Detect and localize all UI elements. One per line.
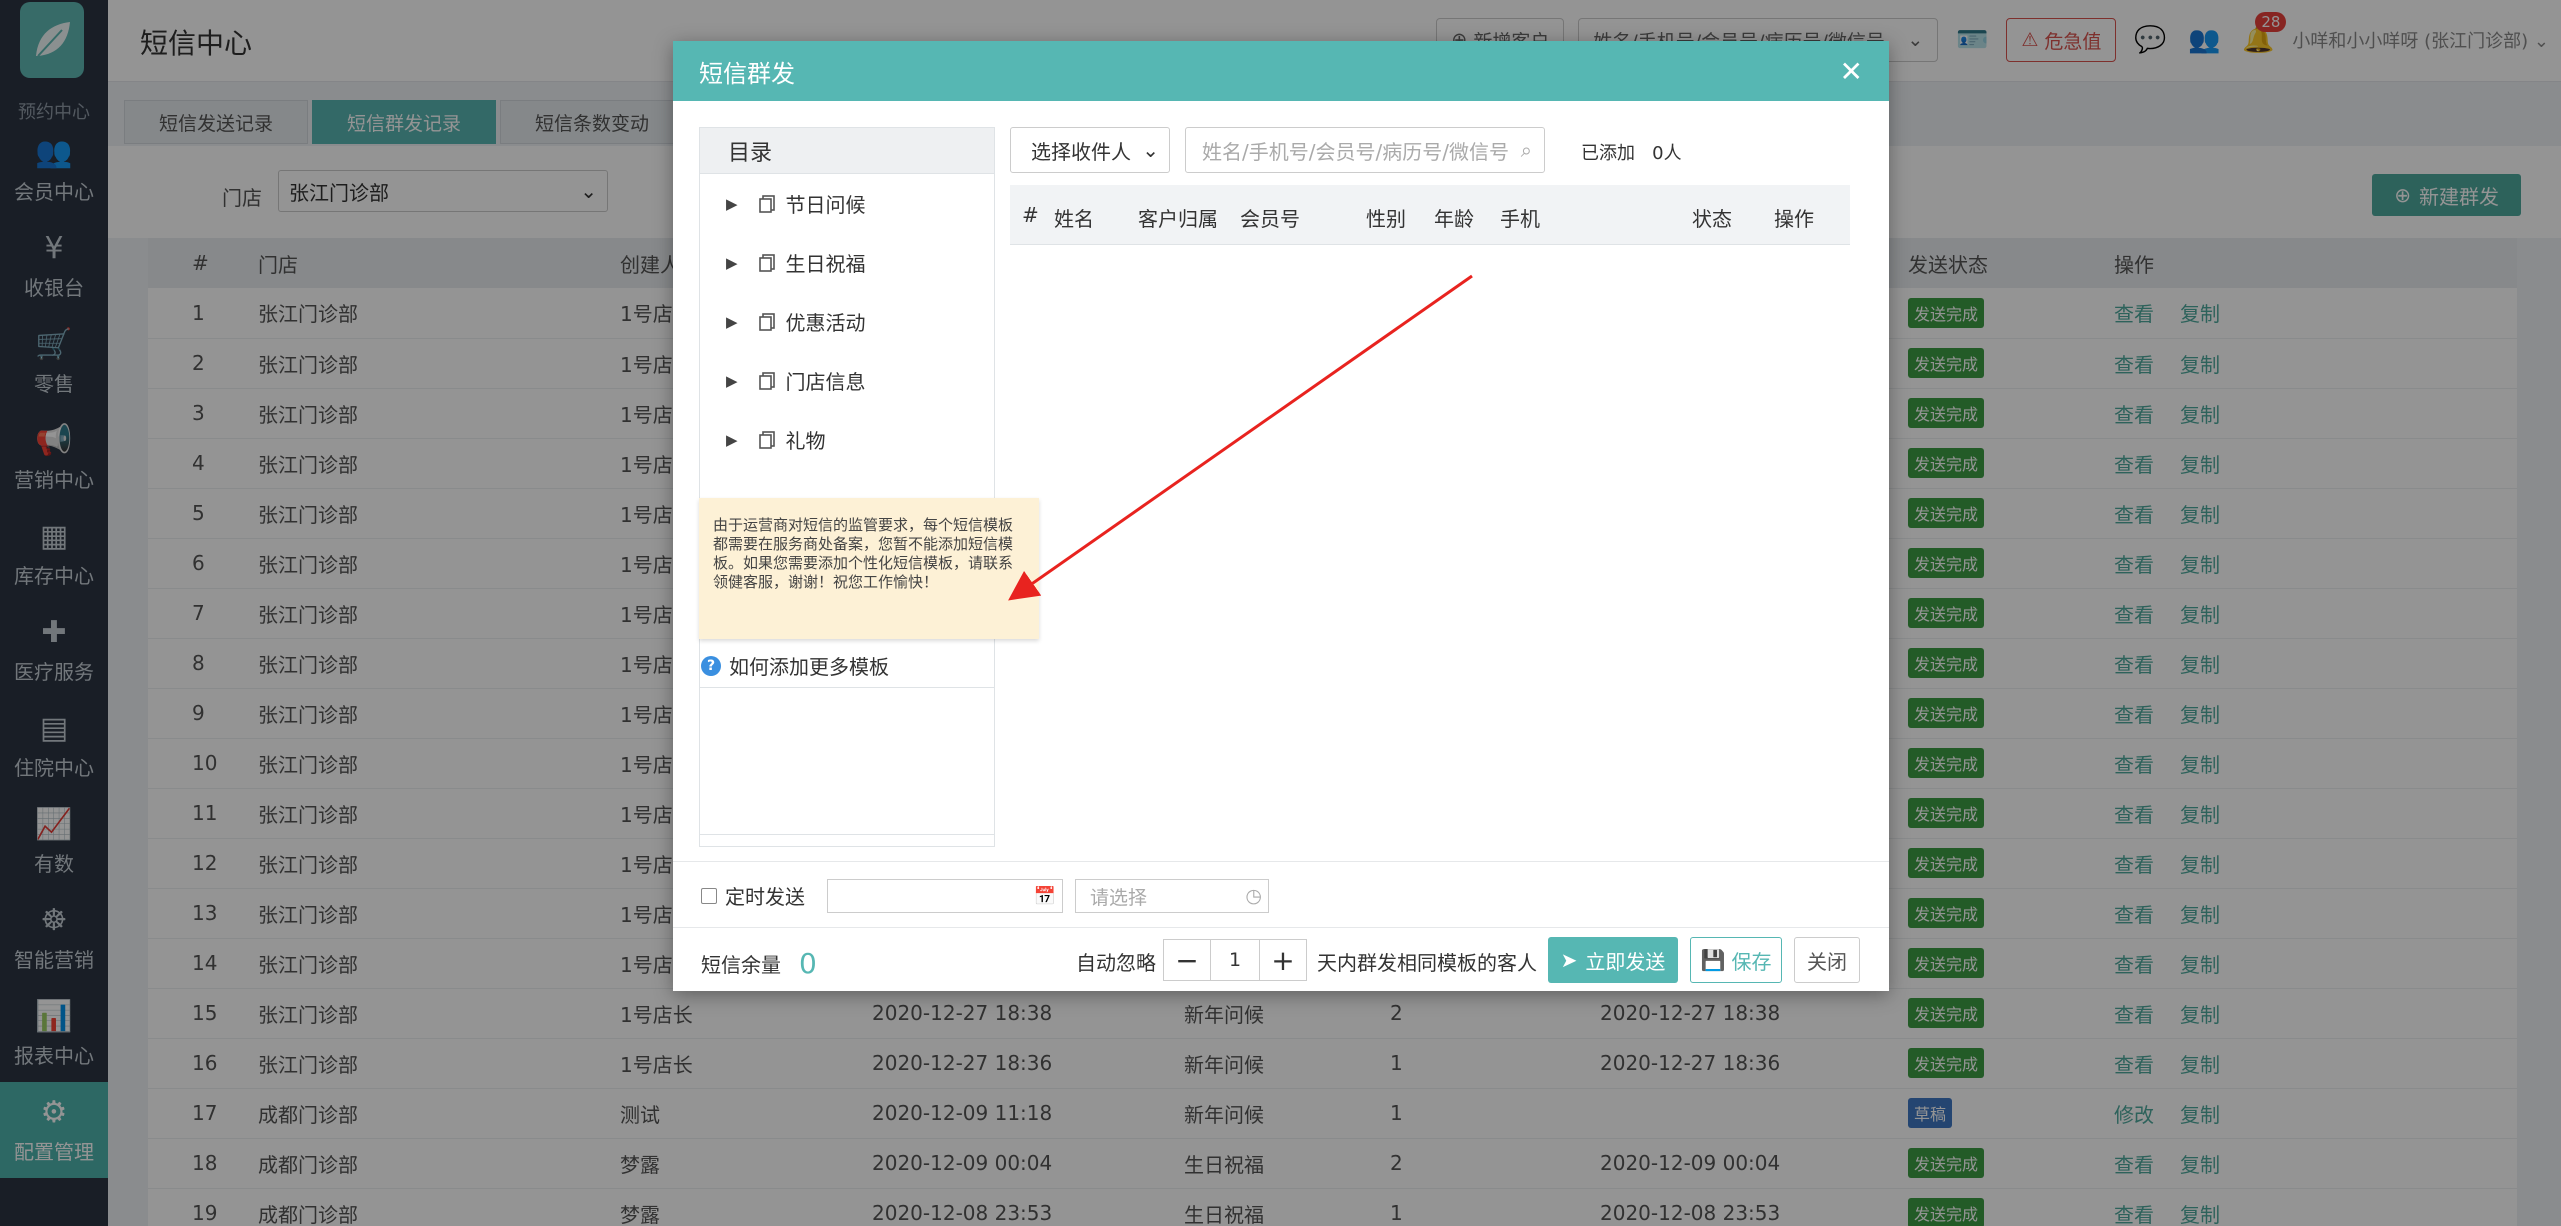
recipient-col-actions: 操作 <box>1774 207 1814 231</box>
recipient-col-owner: 客户归属 <box>1138 207 1218 231</box>
template-file-icon <box>758 430 775 449</box>
send-now-button[interactable]: ➤ 立即发送 <box>1548 937 1678 983</box>
clock-icon: ◷ <box>1245 885 1262 907</box>
ignore-days-input[interactable]: 1 <box>1211 939 1259 981</box>
question-icon: ? <box>701 655 721 676</box>
directory-item-label: 优惠活动 <box>785 311 866 335</box>
recipient-col-status: 状态 <box>1692 207 1732 231</box>
divider <box>673 861 1889 862</box>
add-template-help-link[interactable]: ? 如何添加更多模板 <box>701 651 889 680</box>
directory-item-label: 门店信息 <box>785 370 866 394</box>
plus-button[interactable]: + <box>1259 939 1307 981</box>
directory-item[interactable]: ▶ 优惠活动 <box>700 292 994 351</box>
sms-balance: 短信余量 0 <box>701 947 817 980</box>
date-input[interactable]: 📅 <box>827 879 1063 913</box>
auto-ignore-label: 自动忽略 <box>1076 951 1156 975</box>
checkbox-icon <box>701 887 717 904</box>
directory-item-label: 生日祝福 <box>785 252 866 276</box>
recipient-col-name: 姓名 <box>1054 207 1094 231</box>
directory-item[interactable]: ▶ 节日问候 <box>700 174 994 233</box>
recipient-col-gender: 性别 <box>1366 207 1406 231</box>
directory-item-label: 礼物 <box>785 429 826 453</box>
template-tip-popover: 由于运营商对短信的监管要求，每个短信模板都需要在服务商处备案，您暂不能添加短信模… <box>699 498 1039 639</box>
ignore-days-text: 天内群发相同模板的客人 <box>1317 951 1537 975</box>
directory-item[interactable]: ▶ 生日祝福 <box>700 233 994 292</box>
template-file-icon <box>758 312 775 331</box>
caret-right-icon: ▶ <box>726 253 738 272</box>
close-button[interactable]: 关闭 <box>1794 937 1860 983</box>
recipient-table-header: # 姓名 客户归属 会员号 性别 年龄 手机 状态 操作 <box>1010 185 1850 245</box>
recipient-col-age: 年龄 <box>1434 207 1474 231</box>
modal-title: 短信群发 <box>699 59 795 88</box>
recipient-col-index: # <box>1022 203 1039 227</box>
chevron-down-icon: ⌄ <box>1142 138 1159 162</box>
directory-title: 目录 <box>700 128 994 174</box>
paper-plane-icon: ➤ <box>1560 948 1578 972</box>
mass-sms-modal: 短信群发 ✕ 目录 ▶ 节日问候 ▶ 生日祝福 ▶ 优惠活动 ▶ 门店信息 ▶ 礼物 由于运营商对… <box>673 41 1889 991</box>
caret-right-icon: ▶ <box>726 371 738 390</box>
save-button[interactable]: 💾 保存 <box>1690 937 1782 983</box>
recipient-col-phone: 手机 <box>1500 207 1540 231</box>
caret-right-icon: ▶ <box>726 194 738 213</box>
modal-header: 短信群发 ✕ <box>673 41 1889 101</box>
minus-button[interactable]: − <box>1163 939 1211 981</box>
directory-item[interactable]: ▶ 门店信息 <box>700 351 994 410</box>
template-file-icon <box>758 194 775 213</box>
divider <box>673 927 1889 928</box>
template-preview-box <box>699 687 995 835</box>
directory-item-label: 节日问候 <box>785 193 866 217</box>
recipient-select[interactable]: 选择收件人 ⌄ <box>1010 127 1170 173</box>
timed-send-checkbox[interactable]: 定时发送 <box>701 881 805 910</box>
caret-right-icon: ▶ <box>726 430 738 449</box>
time-input[interactable]: 请选择 ◷ <box>1075 879 1269 913</box>
template-file-icon <box>758 371 775 390</box>
added-count: 已添加 0人 <box>1581 143 1682 164</box>
caret-right-icon: ▶ <box>726 312 738 331</box>
recipient-search-input[interactable]: 姓名/手机号/会员号/病历号/微信号 ⌕ <box>1185 127 1545 173</box>
sms-balance-value: 0 <box>799 947 817 980</box>
template-file-icon <box>758 253 775 272</box>
floppy-icon: 💾 <box>1700 948 1726 972</box>
close-icon[interactable]: ✕ <box>1840 55 1863 88</box>
search-icon: ⌕ <box>1520 138 1532 162</box>
calendar-icon: 📅 <box>1033 885 1056 907</box>
recipient-col-member-no: 会员号 <box>1240 207 1300 231</box>
directory-item[interactable]: ▶ 礼物 <box>700 410 994 469</box>
